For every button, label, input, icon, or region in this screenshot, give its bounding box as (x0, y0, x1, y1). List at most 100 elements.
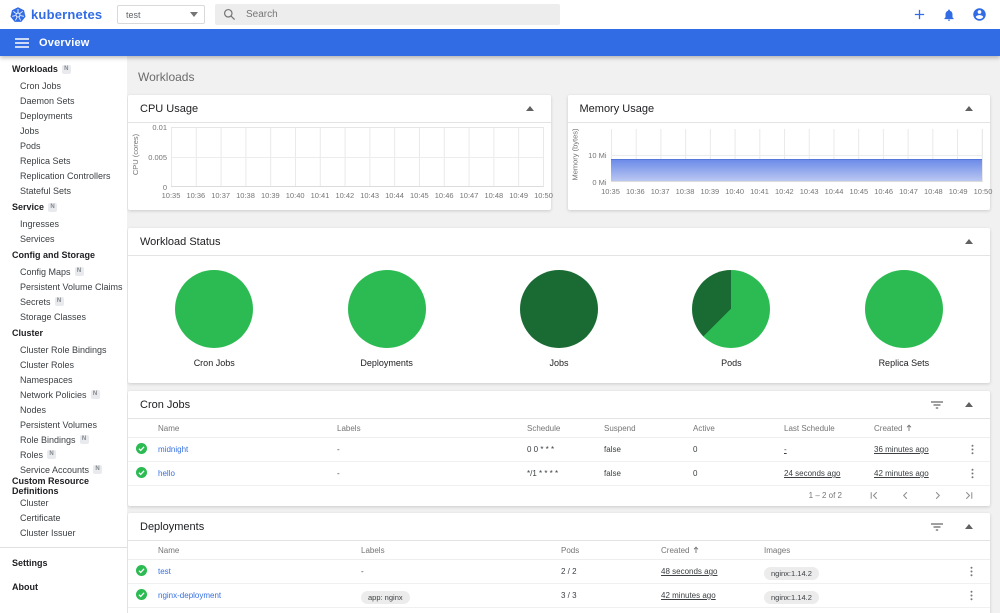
pie-chart (175, 270, 254, 348)
pie-label: Deployments (360, 358, 413, 368)
search-input[interactable] (246, 9, 526, 20)
sidebar-item-jobs[interactable]: Jobs (0, 123, 127, 138)
sidebar-item-daemon-sets[interactable]: Daemon Sets (0, 93, 127, 108)
image-chip: nginx:1.14.2 (764, 590, 819, 604)
cell-created: 42 minutes ago (874, 469, 929, 478)
item-label: Secrets (20, 296, 51, 307)
sidebar-item-stateful-sets[interactable]: Stateful Sets (0, 183, 127, 198)
sidebar-item-crd-cluster[interactable]: Cluster (0, 495, 127, 510)
item-label: Jobs (20, 125, 40, 136)
sidebar-item-about[interactable]: About (0, 578, 127, 596)
add-resource-button[interactable] (910, 6, 928, 24)
column-header-images[interactable]: Images (764, 546, 963, 555)
page-header-title: Overview (39, 36, 90, 49)
collapse-button[interactable] (960, 396, 978, 414)
deployment-name-link[interactable]: test (158, 567, 361, 576)
cpu-plot-area (171, 127, 544, 187)
menu-button[interactable] (13, 34, 31, 52)
sidebar-item-storage-classes[interactable]: Storage Classes (0, 309, 127, 324)
sidebar-item-pods[interactable]: Pods (0, 138, 127, 153)
vertical-dots-icon (970, 590, 972, 601)
sidebar-item-role-bindings[interactable]: Role Bindings N (0, 432, 127, 447)
sidebar-item-ingresses[interactable]: Ingresses (0, 216, 127, 231)
item-label: Services (20, 233, 55, 244)
sort-arrow-up-icon (907, 424, 912, 431)
column-header-labels[interactable]: Labels (337, 424, 527, 433)
sidebar-section-config-and-storage[interactable]: Config and Storage (0, 246, 127, 264)
collapse-button[interactable] (960, 100, 978, 118)
sidebar-item-config-maps[interactable]: Config Maps N (0, 264, 127, 279)
filter-button[interactable] (928, 396, 946, 414)
row-menu-button[interactable] (964, 466, 980, 482)
item-label: Pods (20, 140, 41, 151)
sidebar-item-namespaces[interactable]: Namespaces (0, 372, 127, 387)
vertical-dots-icon (971, 444, 973, 455)
sidebar-item-roles[interactable]: Roles N (0, 447, 127, 462)
main-content: Workloads CPU Usage CPU (cores) 0.01 0.0… (127, 56, 1000, 613)
namespaced-badge: N (74, 267, 84, 276)
collapse-button[interactable] (960, 518, 978, 536)
sidebar-item-secrets[interactable]: Secrets N (0, 294, 127, 309)
previous-page-button[interactable] (898, 489, 912, 503)
cell-pods: 2 / 2 (561, 567, 577, 576)
deployment-name-link[interactable]: nginx-deployment (158, 591, 361, 600)
kubernetes-wheel-icon (10, 6, 26, 22)
sidebar-item-cluster-roles[interactable]: Cluster Roles (0, 357, 127, 372)
sidebar-item-crd-cluster-issuer[interactable]: Cluster Issuer (0, 525, 127, 540)
sidebar-item-cluster-role-bindings[interactable]: Cluster Role Bindings (0, 342, 127, 357)
column-header-name[interactable]: Name (158, 546, 361, 555)
pie-chart (692, 270, 771, 348)
sidebar-item-network-policies[interactable]: Network Policies N (0, 387, 127, 402)
pie-cron-jobs: Cron Jobs (128, 270, 300, 368)
first-page-button[interactable] (866, 489, 880, 503)
sidebar-item-service-accounts[interactable]: Service Accounts N (0, 462, 127, 477)
sidebar-section-workloads[interactable]: Workloads N (0, 60, 127, 78)
pie-chart (520, 270, 599, 348)
account-button[interactable] (970, 6, 988, 24)
collapse-button[interactable] (521, 100, 539, 118)
sidebar-item-crd-certificate[interactable]: Certificate (0, 510, 127, 525)
cron-job-name-link[interactable]: hello (158, 469, 337, 478)
sidebar-item-cron-jobs[interactable]: Cron Jobs (0, 78, 127, 93)
sidebar-item-replication-controllers[interactable]: Replication Controllers (0, 168, 127, 183)
column-header-labels[interactable]: Labels (361, 546, 561, 555)
sidebar-item-deployments[interactable]: Deployments (0, 108, 127, 123)
sidebar-item-persistent-volumes[interactable]: Persistent Volumes (0, 417, 127, 432)
cron-job-name-link[interactable]: midnight (158, 445, 337, 454)
sidebar-item-persistent-volume-claims[interactable]: Persistent Volume ClaimsN (0, 279, 127, 294)
last-page-button[interactable] (962, 489, 976, 503)
triangle-up-icon (965, 402, 973, 407)
notifications-button[interactable] (940, 6, 958, 24)
column-header-schedule[interactable]: Schedule (527, 424, 604, 433)
namespace-select[interactable]: test (117, 5, 205, 24)
sidebar-item-services[interactable]: Services (0, 231, 127, 246)
collapse-button[interactable] (960, 233, 978, 251)
row-menu-button[interactable] (963, 564, 979, 580)
y-tick: 10 Mi (588, 151, 607, 160)
pie-jobs: Jobs (473, 270, 645, 368)
sidebar-item-nodes[interactable]: Nodes (0, 402, 127, 417)
row-menu-button[interactable] (963, 588, 979, 604)
filter-button[interactable] (928, 518, 946, 536)
column-header-last-schedule[interactable]: Last Schedule (784, 424, 874, 433)
namespaced-badge: N (47, 450, 57, 459)
sidebar-section-service[interactable]: Service N (0, 198, 127, 216)
item-label: Cluster (20, 497, 49, 508)
sidebar-section-custom-resource-definitions[interactable]: Custom Resource Definitions (0, 476, 127, 496)
row-menu-button[interactable] (964, 442, 980, 458)
sidebar-section-cluster[interactable]: Cluster (0, 324, 127, 342)
column-header-name[interactable]: Name (158, 424, 337, 433)
sidebar-item-replica-sets[interactable]: Replica Sets (0, 153, 127, 168)
kubernetes-logo[interactable]: kubernetes (0, 6, 117, 23)
column-header-created[interactable]: Created (661, 546, 764, 555)
next-page-button[interactable] (930, 489, 944, 503)
column-header-active[interactable]: Active (693, 424, 784, 433)
sidebar-item-settings[interactable]: Settings (0, 554, 127, 572)
search-bar[interactable] (215, 4, 560, 25)
column-header-pods[interactable]: Pods (561, 546, 661, 555)
item-label: Deployments (20, 110, 73, 121)
item-label: Ingresses (20, 218, 60, 229)
pie-label: Cron Jobs (193, 358, 235, 368)
column-header-suspend[interactable]: Suspend (604, 424, 693, 433)
column-header-created[interactable]: Created (874, 424, 964, 433)
